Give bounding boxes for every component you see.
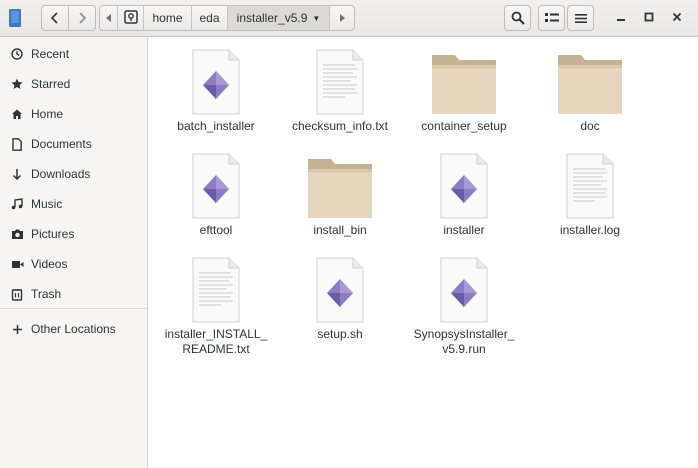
sidebar-item-videos[interactable]: Videos [0,252,147,276]
executable-file-icon [440,257,488,323]
plus-icon [10,322,24,336]
file-item[interactable]: setup.sh [281,257,399,342]
list-view-icon [544,12,559,24]
file-name: container_setup [421,119,507,133]
music-icon [10,197,24,211]
search-button[interactable] [504,5,531,31]
sidebar-item-label: Other Locations [31,322,116,336]
file-item[interactable]: SynopsysInstaller_ v5.9.run [405,257,523,357]
file-item[interactable]: installer_INSTALL_ README.txt [157,257,275,357]
hamburger-menu-icon [574,13,587,24]
search-icon [511,11,525,25]
clock-icon [10,47,24,61]
maximize-button[interactable] [640,9,658,27]
folder-icon [432,55,496,114]
file-name: doc [580,119,600,133]
file-item[interactable]: install_bin [281,153,399,238]
download-icon [10,167,24,181]
close-button[interactable] [668,9,686,27]
file-name: SynopsysInstaller_ v5.9.run [413,327,515,356]
file-name: install_bin [313,223,367,237]
sidebar-item-recent[interactable]: Recent [0,42,147,66]
path-segment-home[interactable]: home [144,6,192,30]
home-icon [10,107,24,121]
maximize-icon [644,11,654,25]
sidebar-item-label: Recent [31,47,70,61]
executable-file-icon [192,49,240,115]
file-item[interactable]: installer [405,153,523,238]
file-name: efttool [199,223,233,237]
sidebar-item-label: Starred [31,77,71,91]
sidebar-item-other-locations[interactable]: Other Locations [0,317,147,341]
chevron-right-icon [77,12,87,24]
sidebar-item-pictures[interactable]: Pictures [0,222,147,246]
file-name: setup.sh [317,327,363,341]
caret-left-icon [105,11,112,25]
path-scroll-right-button[interactable] [330,6,354,30]
path-segment-eda[interactable]: eda [192,6,228,30]
forward-button[interactable] [68,5,96,31]
file-name: batch_installer [177,119,255,133]
sidebar-item-music[interactable]: Music [0,192,147,216]
path-root-button[interactable] [118,6,144,30]
sidebar-item-home[interactable]: Home [0,102,147,126]
file-item[interactable]: efttool [157,153,275,238]
current-folder-label: installer_v5.9 [236,11,308,25]
main-menu-button[interactable] [567,5,594,31]
sidebar-item-documents[interactable]: Documents [0,132,147,156]
folder-icon [308,159,372,218]
star-icon [10,77,24,91]
file-name: installer [443,223,485,237]
video-icon [10,257,24,271]
sidebar: Recent Starred Home Documents Downloads … [0,37,148,468]
sidebar-item-downloads[interactable]: Downloads [0,162,147,186]
file-item[interactable]: doc [531,49,649,134]
file-name: installer_INSTALL_ README.txt [164,327,268,356]
caret-right-icon [339,11,345,25]
file-item[interactable]: container_setup [405,49,523,134]
file-item[interactable]: checksum_info.txt [281,49,399,134]
sidebar-item-label: Trash [31,287,62,301]
sidebar-item-label: Home [31,107,64,121]
sidebar-item-trash[interactable]: Trash [0,282,147,306]
view-toggle-button[interactable] [538,5,565,31]
file-grid: batch_installer checksum_info.txt contai… [149,37,698,468]
path-scroll-left-button[interactable] [100,6,118,30]
minimize-button[interactable] [612,9,630,27]
file-name: installer.log [559,223,621,237]
path-bar: home eda installer_v5.9 ▼ [99,5,355,31]
path-segment-current[interactable]: installer_v5.9 ▼ [228,6,330,30]
text-file-icon [566,153,614,219]
sidebar-item-label: Downloads [31,167,91,181]
executable-file-icon [316,257,364,323]
header-bar: home eda installer_v5.9 ▼ [0,0,698,37]
drive-icon [123,9,138,27]
text-file-icon [316,49,364,115]
back-button[interactable] [41,5,69,31]
camera-icon [10,227,24,241]
file-name: checksum_info.txt [291,119,389,133]
dropdown-caret-icon: ▼ [312,13,321,23]
chevron-left-icon [50,12,60,24]
sidebar-item-label: Documents [31,137,92,151]
sidebar-item-label: Videos [31,257,68,271]
minimize-icon [616,11,626,25]
close-icon [672,11,682,25]
sidebar-item-label: Music [31,197,63,211]
file-item[interactable]: batch_installer [157,49,275,134]
sidebar-item-label: Pictures [31,227,75,241]
executable-file-icon [192,153,240,219]
trash-icon [10,287,24,301]
folder-icon [558,55,622,114]
executable-file-icon [440,153,488,219]
app-icon [9,9,21,27]
sidebar-separator [0,308,147,309]
document-icon [10,137,24,151]
file-item[interactable]: installer.log [531,153,649,238]
text-file-icon [192,257,240,323]
sidebar-item-starred[interactable]: Starred [0,72,147,96]
